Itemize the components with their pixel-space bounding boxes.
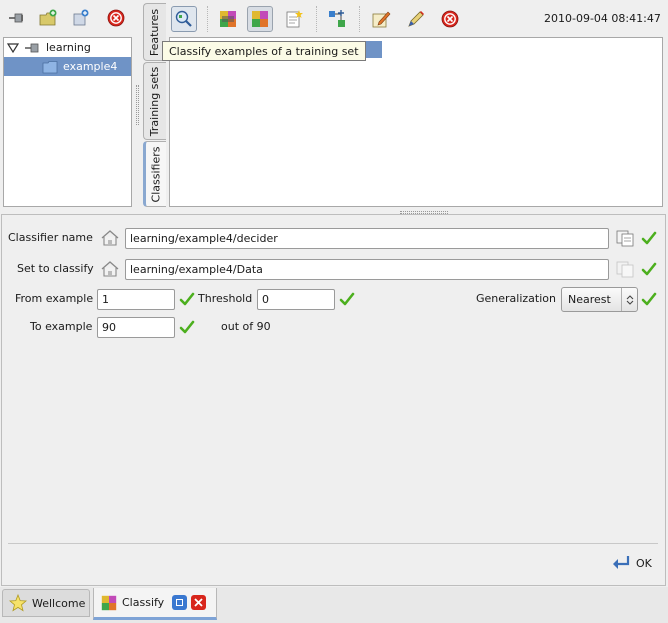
to-example-field[interactable]: 90 [97, 317, 175, 338]
to-example-label: To example [30, 320, 93, 333]
check-icon [641, 292, 657, 306]
tab-classify[interactable]: Classify [93, 588, 217, 620]
set-to-classify-field[interactable]: learning/example4/Data [125, 259, 609, 280]
check-icon [179, 320, 195, 334]
tab-training-sets-label: Training sets [148, 66, 162, 136]
close-tab-icon[interactable] [191, 595, 207, 610]
puzzle-colored-icon [101, 595, 117, 610]
form-divider [8, 543, 658, 544]
enter-arrow-icon [613, 556, 630, 569]
threshold-label: Threshold [198, 292, 253, 305]
tab-wellcome-label: Wellcome [32, 596, 86, 610]
toolbar-separator [207, 6, 208, 32]
set-to-classify-label: Set to classify [17, 262, 94, 275]
document-star-icon[interactable] [282, 7, 306, 31]
copy-document-icon[interactable] [615, 229, 635, 247]
check-icon [641, 262, 657, 276]
from-example-field[interactable]: 1 [97, 289, 175, 310]
expand-triangle-icon[interactable] [7, 42, 19, 54]
left-toolbar [0, 0, 136, 36]
classify-examples-button[interactable] [171, 6, 197, 32]
tree-root-label: learning [46, 41, 91, 54]
check-icon [339, 292, 355, 306]
out-of-text: out of 90 [221, 320, 271, 333]
tab-classify-label: Classify [122, 596, 165, 609]
add-node-icon[interactable] [325, 7, 349, 31]
from-example-label: From example [15, 292, 94, 305]
classifier-name-field[interactable]: learning/example4/decider [125, 228, 609, 249]
check-icon [179, 292, 195, 306]
plug-icon [25, 43, 39, 52]
generalization-value: Nearest [568, 293, 611, 306]
tree-panel: learning example4 [3, 37, 132, 207]
new-item-icon[interactable] [68, 6, 92, 30]
tab-features-label: Features [148, 8, 162, 56]
folder-icon [42, 60, 58, 73]
tree-child-label: example4 [63, 60, 118, 73]
tab-classifiers[interactable]: Classifiers [143, 141, 166, 207]
generalization-select[interactable]: Nearest [561, 287, 638, 312]
star-icon [9, 594, 27, 612]
tree-row-example4[interactable]: example4 [4, 57, 131, 76]
puzzle-icon[interactable] [216, 7, 240, 31]
generalization-label: Generalization [476, 292, 556, 305]
tree-row-learning[interactable]: learning [4, 39, 131, 56]
close-red-icon[interactable] [438, 7, 462, 31]
ok-button[interactable]: OK [611, 552, 657, 574]
timestamp: 2010-09-04 08:41:47 [544, 12, 661, 25]
toolbar-separator [359, 6, 360, 32]
tab-training-sets[interactable]: Training sets [143, 62, 166, 140]
new-folder-icon[interactable] [36, 6, 60, 30]
tooltip: Classify examples of a training set [162, 41, 366, 61]
vertical-splitter-grip[interactable] [136, 85, 139, 125]
tooltip-text: Classify examples of a training set [169, 44, 359, 58]
tab-classifiers-label: Classifiers [149, 146, 163, 202]
home-icon[interactable] [100, 260, 120, 278]
tab-wellcome[interactable]: Wellcome [2, 589, 90, 617]
copy-document-icon[interactable] [615, 260, 635, 278]
classifier-name-label: Classifier name [8, 231, 93, 244]
magnifier-classify-icon [175, 10, 192, 27]
classifier-list-panel [169, 37, 663, 207]
back-plug-icon[interactable] [4, 6, 28, 30]
toolbar-separator [316, 6, 317, 32]
maximize-icon[interactable] [172, 595, 188, 610]
home-icon[interactable] [100, 229, 120, 247]
check-icon [641, 231, 657, 245]
ok-label: OK [636, 556, 652, 570]
pencil-icon[interactable] [404, 7, 428, 31]
edit-document-icon[interactable] [369, 7, 393, 31]
puzzle-colored-icon[interactable] [247, 6, 273, 32]
spinner-arrows-icon [621, 288, 637, 311]
close-red-icon[interactable] [104, 6, 128, 30]
threshold-field[interactable]: 0 [257, 289, 335, 310]
